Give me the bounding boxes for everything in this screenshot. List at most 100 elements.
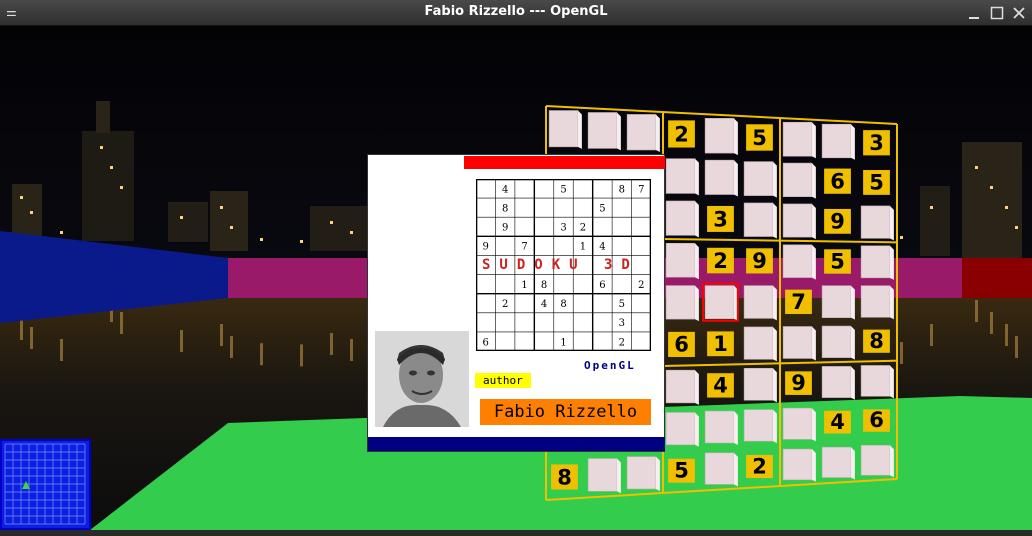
- cube-side: [811, 122, 816, 159]
- cube-side: [694, 370, 699, 405]
- board-cell[interactable]: 6: [863, 408, 890, 432]
- board-cell[interactable]: [665, 369, 699, 405]
- board-cell[interactable]: [704, 159, 738, 197]
- board-cell[interactable]: 7: [785, 289, 812, 315]
- board-cell[interactable]: 8: [551, 464, 578, 490]
- board-cell[interactable]: [860, 245, 894, 280]
- close-icon[interactable]: [1011, 5, 1027, 21]
- board-cell[interactable]: 5: [863, 170, 890, 195]
- board-cell[interactable]: [587, 458, 621, 494]
- opengl-label: OpenGL: [584, 359, 636, 372]
- board-cell[interactable]: [782, 162, 816, 199]
- cube-side: [772, 326, 777, 362]
- board-cell[interactable]: [704, 118, 738, 156]
- board-cell[interactable]: [743, 409, 777, 444]
- window-light: [300, 240, 303, 243]
- minimize-icon[interactable]: [966, 5, 982, 21]
- board-cell[interactable]: 9: [746, 248, 773, 274]
- author-name: Fabio Rizzello: [480, 399, 651, 425]
- board-cell[interactable]: [782, 121, 816, 159]
- board-cell[interactable]: [743, 367, 777, 403]
- maximize-icon[interactable]: [989, 5, 1005, 21]
- board-cell[interactable]: 5: [668, 459, 695, 483]
- empty-cube: [704, 118, 735, 154]
- opengl-viewport[interactable]: 253653929576184946852 458785932971418622…: [0, 26, 1032, 530]
- empty-cube: [587, 458, 618, 492]
- board-cell[interactable]: 6: [824, 168, 851, 194]
- empty-cube: [782, 448, 813, 481]
- light-reflection: [120, 312, 123, 334]
- board-cell[interactable]: [665, 200, 699, 238]
- board-cell[interactable]: [743, 202, 777, 239]
- board-cell[interactable]: 1: [707, 331, 734, 357]
- board-cell[interactable]: 9: [785, 371, 812, 395]
- board-cell[interactable]: [587, 112, 621, 151]
- board-cell[interactable]: [821, 123, 855, 160]
- board-cell[interactable]: 8: [863, 329, 890, 353]
- cell-digit: 5: [752, 126, 767, 150]
- board-cell[interactable]: [860, 365, 894, 399]
- board-cell[interactable]: [821, 325, 855, 360]
- window-light: [975, 166, 978, 169]
- board-cell[interactable]: 4: [824, 410, 851, 434]
- cube-side: [850, 366, 855, 400]
- board-cell[interactable]: [704, 410, 738, 445]
- empty-cube: [782, 162, 813, 197]
- board-cell[interactable]: 2: [746, 454, 773, 478]
- board-cell[interactable]: [821, 446, 855, 480]
- board-cell[interactable]: [665, 242, 699, 280]
- board-cell[interactable]: [860, 285, 894, 320]
- board-cell[interactable]: [548, 110, 582, 149]
- board-cell[interactable]: [821, 366, 855, 400]
- board-cell[interactable]: [782, 326, 816, 361]
- board-cell[interactable]: 9: [824, 208, 851, 234]
- title-bar[interactable]: ⚌ Fabio Rizzello --- OpenGL: [0, 0, 1032, 26]
- board-cell[interactable]: [702, 282, 739, 322]
- grid-digit: 4: [599, 242, 605, 253]
- board-cell[interactable]: 6: [668, 331, 695, 357]
- board-cell[interactable]: [743, 161, 777, 198]
- grid-digit: 6: [483, 337, 489, 348]
- board-cell[interactable]: [860, 205, 894, 241]
- board-cell[interactable]: [860, 444, 894, 478]
- cube-side: [811, 408, 816, 442]
- board-cell[interactable]: [743, 285, 777, 321]
- board-cell[interactable]: [821, 285, 855, 320]
- board-cell[interactable]: 5: [824, 249, 851, 274]
- cube-side: [694, 285, 699, 322]
- minimap[interactable]: [0, 439, 91, 530]
- cube-side: [811, 163, 816, 199]
- cube-side: [694, 200, 699, 238]
- window-light: [30, 211, 33, 214]
- grid-digit: 3: [619, 318, 625, 329]
- cube-side: [811, 203, 816, 240]
- board-cell[interactable]: [665, 285, 699, 322]
- board-cell[interactable]: [626, 114, 660, 152]
- board-cell[interactable]: [704, 452, 738, 487]
- board-cell[interactable]: [626, 456, 660, 491]
- board-cell[interactable]: [782, 407, 816, 442]
- board-cell[interactable]: 5: [746, 124, 773, 151]
- board-cell[interactable]: 3: [863, 130, 890, 156]
- cell-digit: 2: [674, 123, 689, 147]
- board-cell[interactable]: [665, 412, 699, 447]
- empty-cube: [821, 123, 852, 159]
- window-light: [330, 221, 333, 224]
- board-cell[interactable]: 4: [707, 373, 734, 398]
- board-cell[interactable]: [782, 244, 816, 280]
- window-light: [1015, 226, 1018, 229]
- grid-digit: 7: [521, 242, 527, 253]
- board-cell[interactable]: 2: [707, 247, 734, 274]
- grid-digit: 3: [560, 223, 566, 234]
- light-reflection: [330, 333, 333, 355]
- board-cell[interactable]: 3: [707, 205, 734, 232]
- board-cell[interactable]: [743, 326, 777, 362]
- board-cell[interactable]: [665, 158, 699, 196]
- grid-digit: 8: [541, 280, 547, 291]
- grid-digit: 8: [619, 184, 625, 195]
- board-cell[interactable]: 2: [668, 120, 695, 148]
- board-cell[interactable]: [782, 448, 816, 482]
- grid-digit: 8: [502, 203, 508, 214]
- cube-side: [811, 326, 816, 361]
- board-cell[interactable]: [782, 203, 816, 240]
